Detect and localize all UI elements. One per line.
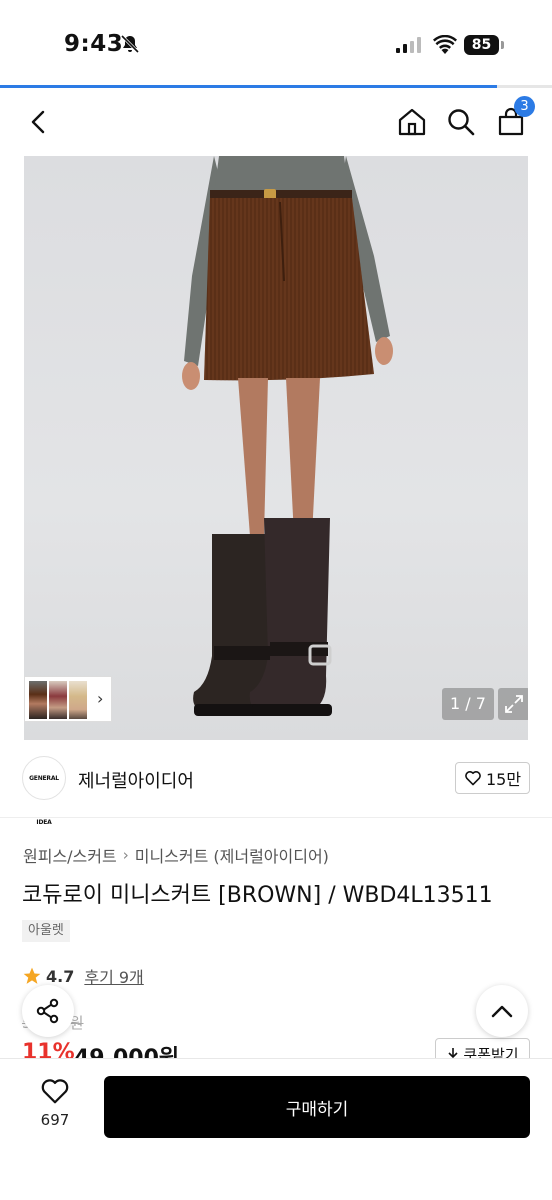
bell-off-icon	[120, 34, 140, 54]
search-icon	[448, 109, 475, 136]
home-icon	[398, 108, 426, 136]
star-icon	[23, 967, 41, 984]
cart-count-badge: 3	[514, 96, 535, 117]
bottom-action-bar: 697 구매하기	[0, 1058, 552, 1200]
breadcrumb: 원피스/스커트 › 미니스커트 (제너럴아이디어)	[23, 843, 329, 867]
share-button[interactable]	[22, 985, 74, 1037]
search-button[interactable]	[441, 102, 481, 142]
thumbnail[interactable]	[29, 681, 47, 719]
rating-value: 4.7	[46, 966, 75, 986]
share-icon	[36, 998, 59, 1024]
product-title: 코듀로이 미니스커트 [BROWN] / WBD4L13511	[22, 883, 493, 908]
wishlist-count: 697	[40, 1111, 70, 1129]
wifi-icon	[433, 35, 457, 54]
thumbnail-strip[interactable]: ›	[24, 676, 112, 722]
scroll-top-button[interactable]	[476, 985, 528, 1037]
outlet-badge: 아울렛	[22, 920, 70, 942]
expand-image-button[interactable]	[498, 688, 528, 720]
rating-row: 4.7 후기 9개	[22, 964, 144, 988]
product-image-gallery[interactable]: › 1 / 7	[24, 156, 528, 740]
breadcrumb-category[interactable]: 원피스/스커트	[23, 843, 117, 867]
battery-level: 85	[464, 35, 499, 55]
brand-like-button[interactable]: 15만	[455, 762, 530, 794]
top-nav: 3	[0, 88, 552, 156]
brand-like-count: 15만	[485, 770, 522, 789]
breadcrumb-subcategory[interactable]: 미니스커트 (제너럴아이디어)	[135, 843, 329, 867]
brand-name[interactable]: 제너럴아이디어	[78, 767, 194, 793]
home-button[interactable]	[392, 102, 432, 142]
signal-icon	[396, 37, 421, 53]
chevron-up-icon	[491, 1005, 513, 1018]
chevron-right-icon: ›	[122, 846, 129, 864]
chevron-right-icon[interactable]: ›	[97, 689, 103, 708]
wishlist-button[interactable]: 697	[24, 1077, 86, 1143]
heart-icon	[465, 771, 481, 786]
status-time: 9:43	[64, 31, 124, 57]
brand-row[interactable]: GENERAL IDEA 제너럴아이디어 15만	[0, 740, 552, 826]
battery-icon: 85	[464, 35, 504, 55]
status-bar: 9:43 85	[0, 0, 552, 88]
brand-logo[interactable]: GENERAL IDEA	[22, 756, 66, 826]
thumbnail[interactable]	[69, 681, 87, 719]
thumbnail[interactable]	[49, 681, 67, 719]
heart-icon	[41, 1079, 69, 1104]
chevron-left-icon	[31, 110, 45, 134]
buy-button[interactable]: 구매하기	[104, 1076, 530, 1138]
product-photo	[182, 156, 393, 716]
image-page-indicator: 1 / 7	[442, 688, 494, 720]
back-button[interactable]	[18, 102, 58, 142]
review-count-link[interactable]: 후기 9개	[84, 964, 143, 988]
expand-icon	[505, 695, 523, 713]
cart-button[interactable]: 3	[491, 96, 535, 142]
